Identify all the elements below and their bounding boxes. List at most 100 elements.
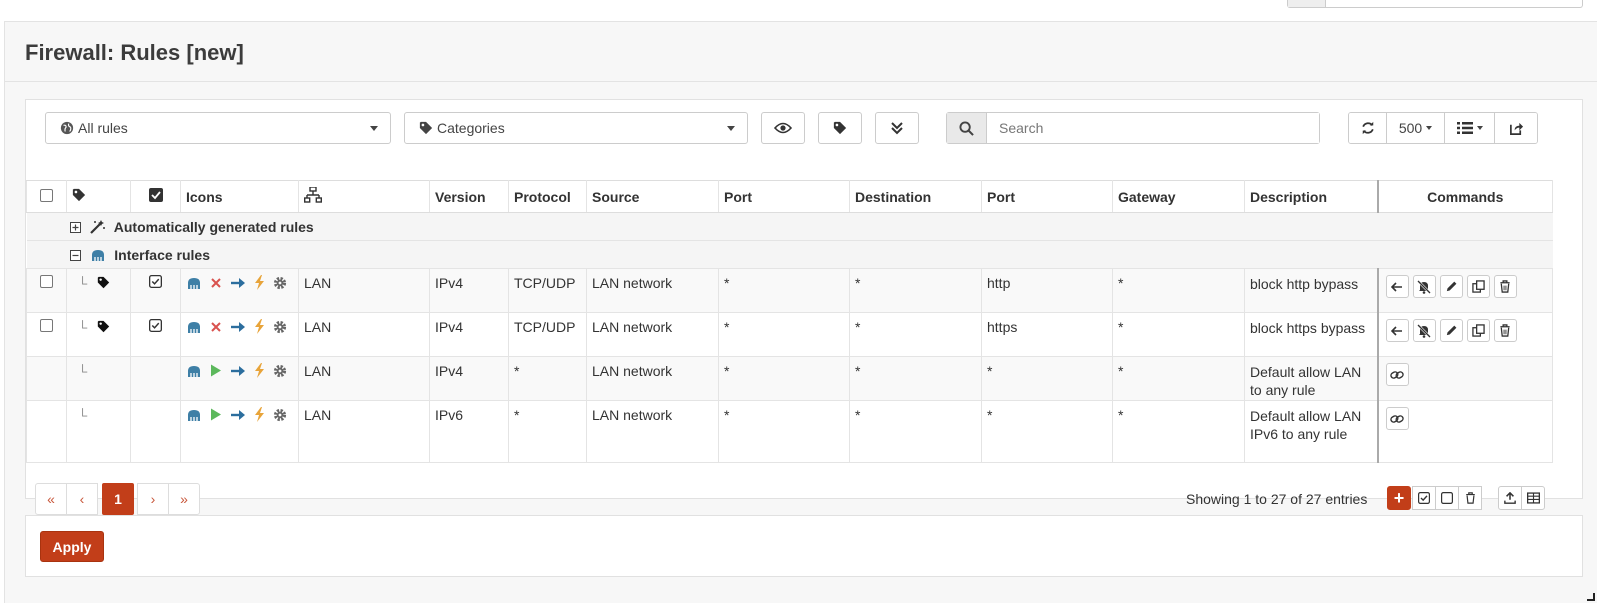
row-interface: LAN [298, 356, 430, 401]
categories-filter-select[interactable]: Categories [404, 112, 748, 144]
delete-button[interactable] [1493, 275, 1517, 298]
header-enabled[interactable] [130, 180, 181, 213]
arrow-left-icon [1391, 281, 1402, 292]
row-checkbox[interactable] [40, 319, 53, 332]
expand-plus-icon[interactable] [69, 221, 81, 233]
row-select-cell [26, 356, 67, 401]
chevron-down-icon [727, 126, 735, 131]
toggle-visibility-button[interactable] [761, 112, 805, 144]
table-row[interactable]: └ LAN IPv4 TCP/UDP LAN network * * [26, 312, 1553, 357]
collapse-minus-icon[interactable] [69, 249, 81, 261]
double-chevron-down-icon [891, 122, 903, 135]
header-protocol[interactable]: Protocol [508, 180, 587, 213]
group-row-auto[interactable]: Automatically generated rules [26, 212, 1553, 241]
page-current-button[interactable]: 1 [102, 483, 134, 515]
ethernet-icon [186, 408, 202, 424]
direction-in-arrow-icon [230, 364, 246, 380]
trash-icon [1500, 280, 1510, 293]
rules-filter-select[interactable]: All rules [45, 112, 391, 144]
toggle-log-button[interactable] [1412, 319, 1436, 342]
upload-button[interactable] [1498, 486, 1522, 510]
row-source-port: * [718, 268, 850, 313]
enable-selected-button[interactable] [1412, 486, 1436, 510]
header-categories[interactable] [66, 180, 131, 213]
rules-panel: All rules Categories 5 [25, 99, 1583, 515]
page-first-button[interactable]: « [35, 483, 67, 515]
row-commands [1376, 268, 1553, 313]
table-row[interactable]: └ LAN IPv4 TCP/UDP LAN network * * [26, 268, 1553, 313]
row-category-cell: └ [66, 268, 131, 313]
row-select-cell [26, 400, 67, 463]
clone-button[interactable] [1466, 319, 1490, 342]
header-icons[interactable]: Icons [180, 180, 299, 213]
header-destination[interactable]: Destination [849, 180, 982, 213]
row-enabled-cell [130, 268, 181, 313]
group-row-interface[interactable]: Interface rules [26, 240, 1553, 269]
toggle-log-button[interactable] [1412, 275, 1436, 298]
lookup-link-button[interactable] [1385, 363, 1409, 386]
row-enabled-cell [130, 312, 181, 357]
resize-handle-icon[interactable] [1587, 593, 1595, 601]
disable-selected-button[interactable] [1435, 486, 1459, 510]
block-x-icon[interactable] [210, 320, 222, 336]
row-checkbox[interactable] [40, 275, 53, 288]
refresh-icon [1361, 121, 1374, 135]
header-commands: Commands [1376, 180, 1553, 213]
column-selector-dropdown[interactable] [1445, 113, 1495, 143]
header-version[interactable]: Version [429, 180, 509, 213]
apply-panel: Apply [25, 515, 1583, 577]
top-search-input[interactable] [1287, 0, 1583, 8]
page-size-dropdown[interactable]: 500 [1387, 113, 1445, 143]
block-x-icon[interactable] [210, 276, 222, 292]
trash-icon [1500, 324, 1510, 337]
gear-icon[interactable] [273, 276, 287, 293]
footer-actions: + [1387, 486, 1482, 510]
refresh-button[interactable] [1349, 113, 1387, 143]
table-row[interactable]: └ LAN IPv4 * LAN network * * * * Default… [26, 356, 1553, 401]
tree-branch-icon: └ [78, 408, 88, 423]
chevron-down-icon [1476, 126, 1483, 130]
gear-icon[interactable] [273, 320, 287, 337]
page-prev-button[interactable]: ‹ [66, 483, 98, 515]
header-source-port[interactable]: Port [718, 180, 850, 213]
checked-box-icon[interactable] [148, 318, 163, 333]
network-icon [303, 186, 323, 203]
edit-button[interactable] [1439, 319, 1463, 342]
search-input[interactable] [987, 113, 1319, 143]
quick-bolt-icon[interactable] [254, 275, 265, 293]
apply-button[interactable]: Apply [40, 531, 104, 562]
clone-button[interactable] [1466, 275, 1490, 298]
delete-button[interactable] [1493, 319, 1517, 342]
quick-bolt-icon[interactable] [254, 319, 265, 337]
page-next-button[interactable]: › [137, 483, 169, 515]
header-gateway[interactable]: Gateway [1112, 180, 1245, 213]
lookup-link-button[interactable] [1385, 407, 1409, 430]
edit-button[interactable] [1439, 275, 1463, 298]
add-rule-button[interactable]: + [1387, 486, 1411, 510]
header-source[interactable]: Source [586, 180, 719, 213]
header-destination-port[interactable]: Port [981, 180, 1113, 213]
header-interface[interactable] [298, 180, 430, 213]
globe-icon [60, 121, 74, 135]
table-row[interactable]: └ LAN IPv6 * LAN network * * * * Default… [26, 400, 1553, 463]
bell-slash-icon [1417, 323, 1431, 338]
export-button[interactable] [1495, 113, 1537, 143]
header-description[interactable]: Description [1244, 180, 1378, 213]
table-download-button[interactable] [1521, 486, 1545, 510]
move-before-button[interactable] [1385, 319, 1409, 342]
row-enabled-cell [130, 356, 181, 401]
row-gateway: * [1112, 356, 1245, 401]
page-last-button[interactable]: » [168, 483, 200, 515]
row-interface: LAN [298, 312, 430, 357]
expand-all-button[interactable] [875, 112, 919, 144]
category-colors-button[interactable] [818, 112, 862, 144]
direction-in-arrow-icon[interactable] [230, 320, 246, 336]
direction-in-arrow-icon[interactable] [230, 276, 246, 292]
row-source-port: * [718, 400, 850, 463]
delete-selected-button[interactable] [1458, 486, 1482, 510]
select-all-checkbox[interactable] [40, 188, 53, 202]
direction-in-arrow-icon [230, 408, 246, 424]
row-category-cell: └ [66, 312, 131, 357]
checked-box-icon[interactable] [148, 274, 163, 289]
move-before-button[interactable] [1385, 275, 1409, 298]
